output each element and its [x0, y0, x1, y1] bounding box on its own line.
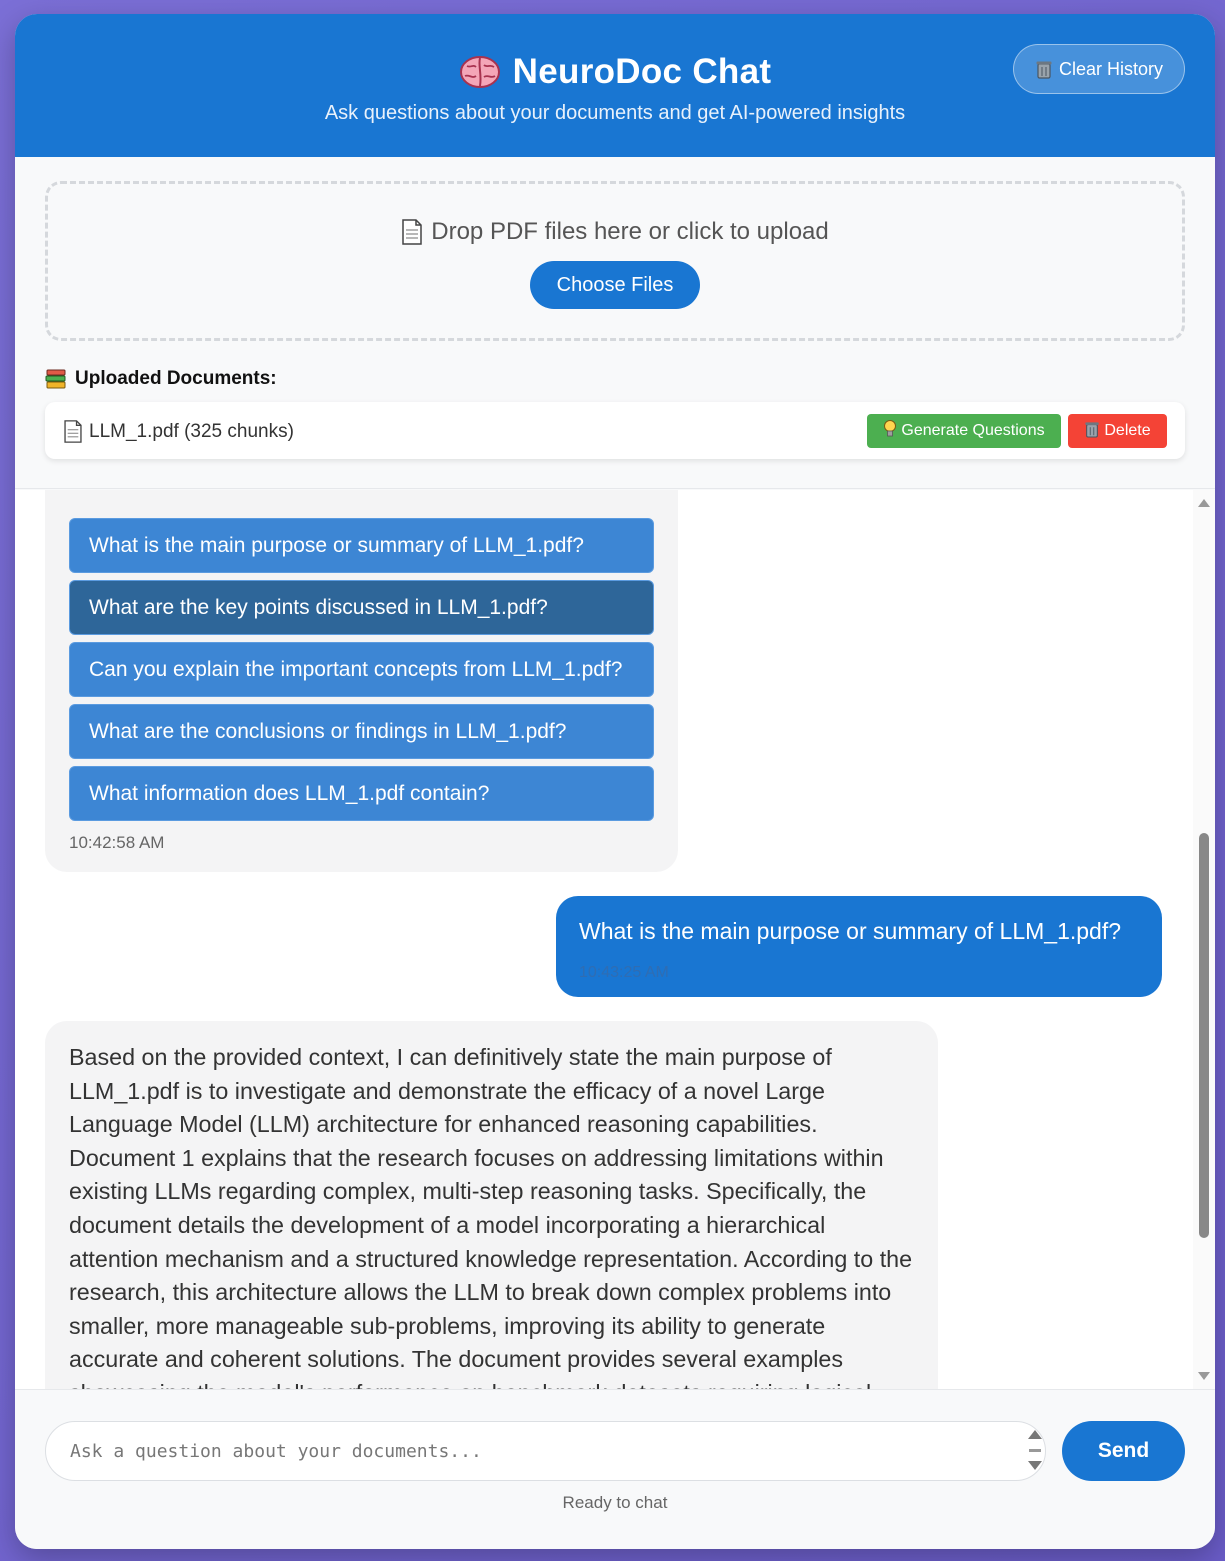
clear-history-button[interactable]: Clear History	[1013, 44, 1185, 94]
generate-questions-label: Generate Questions	[901, 422, 1045, 439]
generate-questions-button[interactable]: Generate Questions	[867, 414, 1061, 448]
chat-messages[interactable]: What is the main purpose or summary of L…	[15, 490, 1215, 1389]
suggested-question[interactable]: Can you explain the important concepts f…	[69, 642, 654, 697]
document-name-label: LLM_1.pdf (325 chunks)	[89, 420, 294, 442]
delete-label: Delete	[1104, 422, 1151, 439]
suggested-questions-message: What is the main purpose or summary of L…	[45, 490, 678, 872]
drop-text: Drop PDF files here or click to upload	[48, 218, 1182, 246]
chat-scrollbar[interactable]	[1193, 490, 1215, 1389]
app-subtitle: Ask questions about your documents and g…	[324, 102, 906, 124]
bot-message-text: Based on the provided context, I can def…	[69, 1044, 913, 1389]
document-icon	[401, 219, 423, 245]
suggested-question[interactable]: What are the key points discussed in LLM…	[69, 580, 654, 635]
question-input[interactable]	[45, 1421, 1046, 1481]
delete-document-button[interactable]: Delete	[1068, 414, 1167, 448]
status-text: Ready to chat	[562, 1493, 668, 1512]
document-name: LLM_1.pdf (325 chunks)	[63, 420, 294, 443]
input-area: Send Ready to chat	[15, 1389, 1215, 1549]
lightbulb-icon	[883, 419, 897, 444]
app-window: NeuroDoc Chat Ask questions about your d…	[15, 14, 1215, 1549]
trash-icon	[1035, 59, 1053, 79]
resize-handle-icon[interactable]	[1028, 1430, 1042, 1472]
header: NeuroDoc Chat Ask questions about your d…	[15, 14, 1215, 157]
suggested-question[interactable]: What is the main purpose or summary of L…	[69, 518, 654, 573]
document-icon	[63, 420, 83, 443]
suggested-question[interactable]: What are the conclusions or findings in …	[69, 704, 654, 759]
bot-message: Based on the provided context, I can def…	[45, 1021, 938, 1389]
uploaded-documents-heading: Uploaded Documents:	[45, 367, 277, 391]
drop-zone[interactable]: Drop PDF files here or click to upload C…	[45, 181, 1185, 341]
upload-section: Drop PDF files here or click to upload C…	[15, 157, 1215, 489]
message-timestamp: 10:42:58 AM	[69, 833, 165, 852]
clear-history-label: Clear History	[1058, 58, 1164, 79]
user-message-text: What is the main purpose or summary of L…	[579, 918, 1122, 944]
user-message: What is the main purpose or summary of L…	[556, 896, 1162, 997]
choose-files-button[interactable]: Choose Files	[530, 261, 700, 309]
message-timestamp: 10:43:25 AM	[579, 964, 669, 981]
document-item: LLM_1.pdf (325 chunks) Generate Question…	[45, 402, 1185, 459]
trash-icon	[1084, 420, 1100, 443]
books-icon	[45, 369, 67, 389]
uploaded-documents-label: Uploaded Documents:	[75, 368, 277, 389]
brain-icon	[459, 54, 501, 90]
send-button[interactable]: Send	[1062, 1421, 1185, 1481]
suggested-question[interactable]: What information does LLM_1.pdf contain?	[69, 766, 654, 821]
scroll-down-arrow-icon[interactable]	[1198, 1372, 1210, 1380]
app-title: NeuroDoc Chat	[512, 52, 772, 91]
scroll-thumb[interactable]	[1199, 833, 1209, 1238]
drop-label: Drop PDF files here or click to upload	[431, 218, 829, 245]
scroll-up-arrow-icon[interactable]	[1198, 499, 1210, 507]
